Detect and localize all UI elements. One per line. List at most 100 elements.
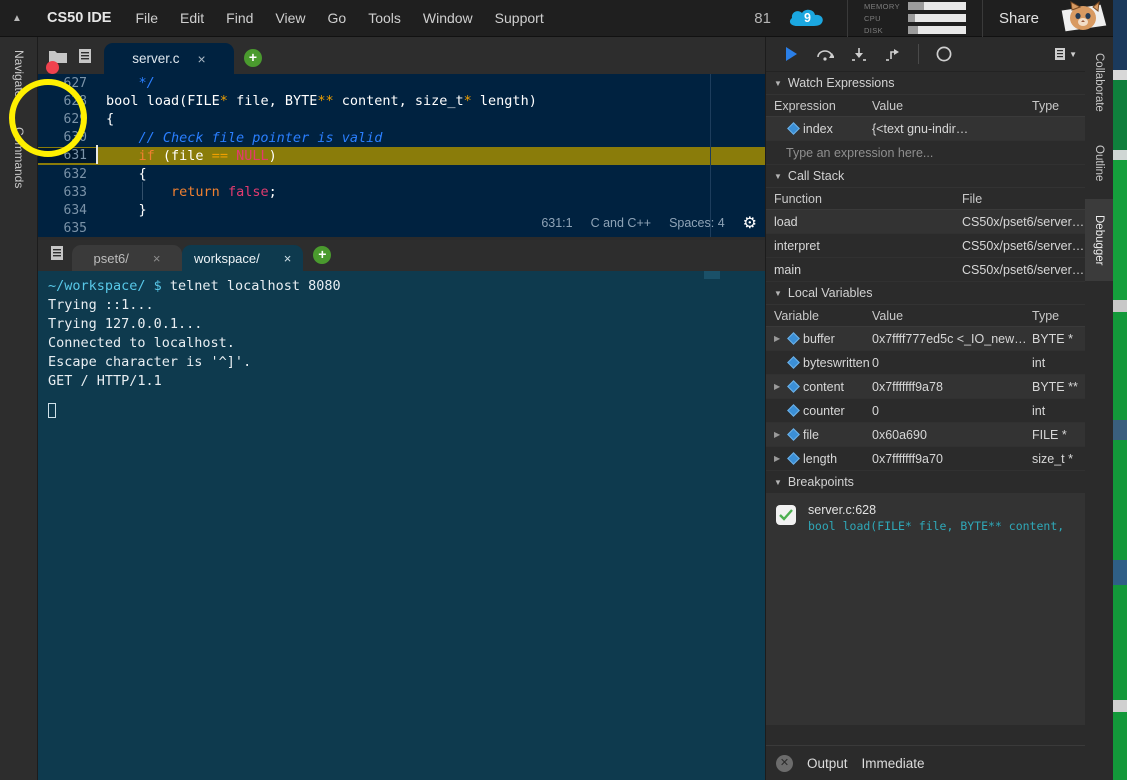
line-text: */ bbox=[106, 75, 155, 92]
line-number[interactable]: 631 bbox=[38, 148, 96, 164]
language-mode[interactable]: C and C++ bbox=[591, 216, 651, 230]
meter-track-memory bbox=[907, 2, 966, 10]
resume-icon[interactable] bbox=[776, 39, 806, 69]
call-stack-row[interactable]: interpret CS50x/pset6/server… bbox=[766, 234, 1085, 258]
close-icon[interactable]: × bbox=[153, 251, 161, 266]
watch-placeholder[interactable]: Type an expression here... bbox=[766, 146, 933, 160]
sidebar-item-collaborate[interactable]: Collaborate bbox=[1085, 37, 1113, 127]
local-variable-row[interactable]: byteswritten 0 int bbox=[766, 351, 1085, 375]
close-circle-icon[interactable]: ✕ bbox=[776, 754, 793, 772]
line-number[interactable]: 630 bbox=[38, 130, 96, 145]
watch-row[interactable]: index {<text gnu-indir… bbox=[766, 117, 1085, 141]
terminal-output-line: GET / HTTP/1.1 bbox=[48, 373, 162, 389]
section-title: Breakpoints bbox=[787, 475, 854, 489]
line-number[interactable]: 627 bbox=[38, 76, 96, 91]
variable-icon bbox=[787, 380, 800, 393]
menu-item-file[interactable]: File bbox=[124, 0, 169, 37]
call-stack-function: interpret bbox=[774, 238, 820, 253]
breakpoint-dot-line-628[interactable] bbox=[46, 61, 59, 74]
menu-item-find[interactable]: Find bbox=[215, 0, 264, 37]
editor-tab-server-c[interactable]: server.c × bbox=[104, 43, 234, 74]
code-line: 627 */ bbox=[38, 74, 765, 92]
step-into-icon[interactable] bbox=[844, 39, 874, 69]
call-stack-row[interactable]: load CS50x/pset6/server… bbox=[766, 210, 1085, 234]
tab-immediate[interactable]: Immediate bbox=[862, 756, 925, 771]
line-number[interactable]: 628 bbox=[38, 94, 96, 109]
local-variable-name: content bbox=[803, 379, 845, 394]
section-header-call-stack[interactable]: ▼ Call Stack bbox=[766, 165, 1085, 187]
chevron-down-icon: ▼ bbox=[774, 171, 782, 181]
line-number[interactable]: 633 bbox=[38, 185, 96, 200]
expand-twisty-icon[interactable]: ▶ bbox=[774, 382, 784, 391]
terminal-command: telnet localhost 8080 bbox=[161, 278, 341, 294]
share-button[interactable]: Share bbox=[983, 0, 1055, 37]
breakpoint-item[interactable]: server.c:628 bool load(FILE* file, BYTE*… bbox=[776, 503, 1085, 533]
local-variable-row[interactable]: ▶ file 0x60a690 FILE * bbox=[766, 423, 1085, 447]
local-variable-row[interactable]: ▶ length 0x7fffffff9a70 size_t * bbox=[766, 447, 1085, 471]
section-header-watch[interactable]: ▼ Watch Expressions bbox=[766, 72, 1085, 94]
terminal-cursor bbox=[48, 403, 56, 418]
sidebar-item-debugger[interactable]: Debugger bbox=[1085, 199, 1113, 281]
call-stack-row[interactable]: main CS50x/pset6/server… bbox=[766, 258, 1085, 282]
local-variable-row[interactable]: ▶ buffer 0x7ffff777ed5c <_IO_new… BYTE * bbox=[766, 327, 1085, 351]
line-text: bool load(FILE* file, BYTE** content, si… bbox=[106, 93, 537, 110]
watch-new-expression-row[interactable]: Type an expression here... bbox=[766, 141, 1085, 165]
breakpoint-checkbox[interactable] bbox=[776, 505, 796, 525]
local-variable-name-cell: ▶ length bbox=[766, 452, 872, 466]
file-list-icon[interactable] bbox=[72, 37, 100, 74]
step-over-icon[interactable] bbox=[810, 39, 840, 69]
sidebar-item-navigate[interactable]: Navigate bbox=[0, 41, 38, 107]
cloud-badge[interactable]: 9 bbox=[787, 5, 827, 31]
tab-output[interactable]: Output bbox=[807, 756, 848, 771]
menu-item-go[interactable]: Go bbox=[317, 0, 358, 37]
expand-twisty-icon[interactable]: ▶ bbox=[774, 454, 784, 463]
new-editor-tab-button[interactable]: + bbox=[244, 49, 262, 67]
menu-item-edit[interactable]: Edit bbox=[169, 0, 215, 37]
terminal-tab-pset6[interactable]: pset6/ × bbox=[72, 245, 182, 271]
menu-item-tools[interactable]: Tools bbox=[357, 0, 412, 37]
line-text: } bbox=[106, 202, 147, 219]
suspend-icon[interactable] bbox=[929, 39, 959, 69]
menu-item-view[interactable]: View bbox=[264, 0, 316, 37]
triangle-up-icon[interactable]: ▲ bbox=[0, 0, 34, 37]
meter-label-cpu: CPU bbox=[863, 13, 882, 23]
local-variable-row[interactable]: counter 0 int bbox=[766, 399, 1085, 423]
line-number[interactable]: 634 bbox=[38, 203, 96, 218]
menu-item-window[interactable]: Window bbox=[412, 0, 484, 37]
local-variable-row[interactable]: ▶ content 0x7fffffff9a78 BYTE ** bbox=[766, 375, 1085, 399]
code-area[interactable]: 627 */ 628 bool load(FILE* file, BYTE** … bbox=[38, 74, 765, 237]
terminal-scroll-marker bbox=[704, 271, 720, 279]
close-icon[interactable]: × bbox=[198, 52, 206, 66]
section-header-breakpoints[interactable]: ▼ Breakpoints bbox=[766, 471, 1085, 493]
line-number[interactable]: 629 bbox=[38, 112, 96, 127]
sidebar-item-outline[interactable]: Outline bbox=[1085, 127, 1113, 199]
terminal-tab-label: pset6/ bbox=[93, 250, 129, 266]
section-header-local-variables[interactable]: ▼ Local Variables bbox=[766, 282, 1085, 304]
avatar[interactable] bbox=[1055, 0, 1113, 37]
expand-twisty-icon[interactable]: ▶ bbox=[774, 334, 784, 343]
line-number[interactable]: 632 bbox=[38, 167, 96, 182]
indent-setting[interactable]: Spaces: 4 bbox=[669, 216, 725, 230]
call-stack-function: main bbox=[774, 262, 802, 277]
meter-label-memory: MEMORY bbox=[863, 1, 900, 11]
close-icon[interactable]: × bbox=[284, 251, 292, 266]
local-variable-value: 0x7fffffff9a78 bbox=[872, 379, 943, 394]
toolbar-divider bbox=[918, 44, 919, 64]
panel-menu-icon[interactable]: ▼ bbox=[1054, 47, 1077, 61]
variable-icon bbox=[787, 356, 800, 369]
debugger-toolbar: ▼ bbox=[766, 37, 1085, 72]
gear-icon[interactable]: ⚙ bbox=[743, 213, 757, 233]
terminal-tab-workspace[interactable]: workspace/ × bbox=[182, 245, 304, 271]
meter-cpu: CPU bbox=[864, 14, 966, 23]
terminal-body[interactable]: ~/workspace/ $ telnet localhost 8080 Try… bbox=[38, 271, 765, 428]
menu-item-support[interactable]: Support bbox=[484, 0, 555, 37]
code-line: 630 // Check file pointer is valid bbox=[38, 129, 765, 147]
new-terminal-tab-button[interactable]: + bbox=[313, 246, 332, 264]
expand-twisty-icon[interactable]: ▶ bbox=[774, 430, 784, 439]
file-list-icon[interactable] bbox=[44, 234, 72, 271]
score-count: 81 bbox=[754, 9, 771, 27]
chevron-down-icon: ▼ bbox=[774, 477, 782, 487]
local-variable-type: size_t * bbox=[1032, 451, 1073, 466]
sidebar-item-commands[interactable]: Commands bbox=[0, 111, 38, 205]
step-out-icon[interactable] bbox=[878, 39, 908, 69]
